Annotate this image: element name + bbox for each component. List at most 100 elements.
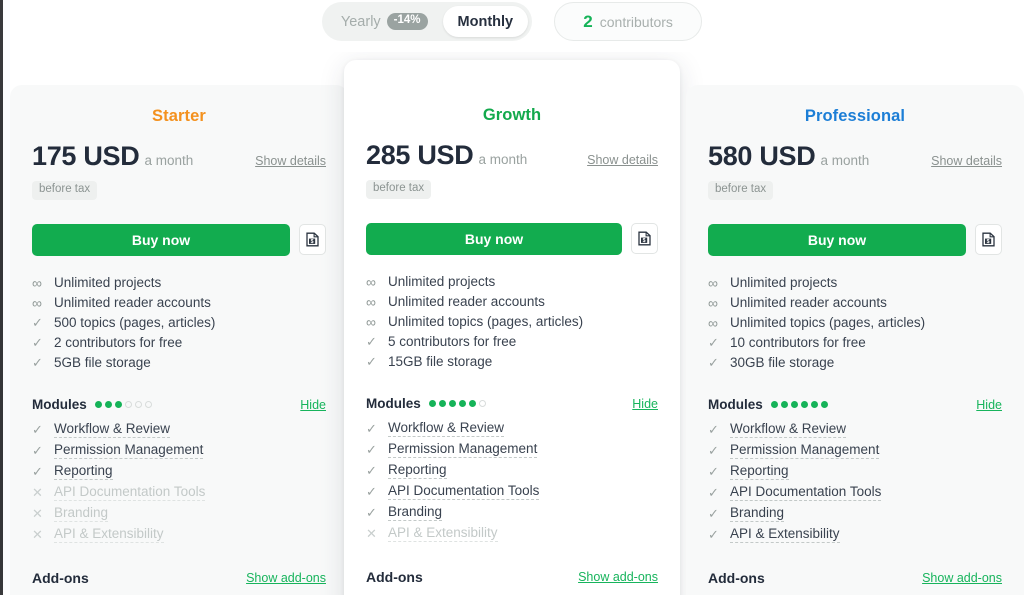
check-icon: ✓: [366, 441, 377, 457]
feature-item: ∞ Unlimited reader accounts: [708, 293, 1002, 313]
request-quote-button-growth[interactable]: $: [631, 223, 658, 254]
feature-label: Unlimited projects: [730, 275, 838, 290]
module-dot-filled: [468, 400, 476, 407]
show-addons-link-professional[interactable]: Show add-ons: [922, 571, 1002, 585]
addons-title: Add-ons: [708, 569, 765, 586]
show-details-link-professional[interactable]: Show details: [931, 154, 1002, 168]
modules-header-professional: Modules Hide: [708, 395, 1002, 415]
module-label[interactable]: Branding: [54, 504, 109, 522]
buy-row: Buy now $: [366, 222, 658, 255]
check-icon: ✓: [366, 334, 377, 349]
check-icon: ✓: [32, 355, 43, 370]
module-dot-empty: [478, 400, 486, 407]
module-label[interactable]: API Documentation Tools: [730, 483, 882, 501]
yearly-discount-badge: -14%: [386, 13, 428, 30]
billing-option-monthly[interactable]: Monthly: [442, 6, 529, 37]
module-dot-filled: [800, 401, 808, 408]
billing-period-toggle[interactable]: Yearly -14% Monthly: [321, 2, 533, 41]
module-item: ✓ Workflow & Review: [708, 419, 1002, 440]
module-dot-filled: [780, 401, 788, 408]
buy-now-button-starter[interactable]: Buy now: [32, 223, 290, 256]
buy-row: Buy now $: [32, 223, 326, 256]
module-label[interactable]: Workflow & Review: [388, 419, 505, 437]
hide-modules-link-starter[interactable]: Hide: [300, 398, 326, 412]
module-label[interactable]: Branding: [388, 503, 443, 521]
module-label[interactable]: Branding: [730, 504, 785, 522]
price-row: 285 USD a month Show details: [366, 140, 658, 171]
feature-item: ∞ Unlimited topics (pages, articles): [708, 313, 1002, 333]
request-quote-button-professional[interactable]: $: [975, 224, 1002, 255]
hide-modules-link-growth[interactable]: Hide: [632, 397, 658, 411]
feature-item: ✓ 5 contributors for free: [366, 332, 658, 352]
modules-dots-professional: [770, 401, 828, 408]
before-tax-badge: before tax: [708, 181, 774, 200]
feature-label: Unlimited topics (pages, articles): [388, 314, 584, 329]
module-label[interactable]: Permission Management: [388, 440, 538, 458]
feature-item: ∞ Unlimited projects: [708, 273, 1002, 293]
module-dot-filled: [114, 401, 122, 408]
show-addons-link-growth[interactable]: Show add-ons: [578, 570, 658, 584]
plan-price-starter: 175 USD: [32, 141, 140, 171]
module-label[interactable]: Reporting: [730, 462, 789, 480]
svg-text:$: $: [643, 238, 646, 244]
feature-label: 30GB file storage: [730, 355, 835, 370]
infinity-icon: ∞: [32, 294, 42, 311]
show-details-link-growth[interactable]: Show details: [587, 153, 658, 167]
module-label[interactable]: API & Extensibility: [730, 525, 840, 543]
buy-now-button-professional[interactable]: Buy now: [708, 223, 966, 256]
before-tax-badge: before tax: [366, 180, 432, 199]
plan-period: a month: [478, 152, 528, 167]
module-item: ✓ Permission Management: [366, 439, 658, 460]
check-icon: ✓: [708, 505, 719, 521]
check-icon: ✓: [32, 335, 43, 350]
plan-period: a month: [820, 153, 870, 168]
module-item: ✕ API & Extensibility: [366, 523, 658, 544]
plan-name-professional: Professional: [804, 107, 906, 125]
module-label[interactable]: Workflow & Review: [54, 420, 171, 438]
module-label[interactable]: Permission Management: [730, 441, 880, 459]
module-dot-empty: [144, 401, 152, 408]
module-label[interactable]: API Documentation Tools: [54, 483, 206, 501]
module-label[interactable]: API Documentation Tools: [388, 482, 540, 500]
contributors-selector[interactable]: 2 contributors: [554, 2, 703, 41]
module-list-starter: ✓ Workflow & Review ✓ Permission Managem…: [32, 419, 326, 545]
module-label[interactable]: Workflow & Review: [730, 420, 847, 438]
module-label[interactable]: Reporting: [54, 462, 113, 480]
module-label[interactable]: Reporting: [388, 461, 447, 479]
cross-icon: ✕: [32, 505, 43, 521]
show-details-link-starter[interactable]: Show details: [255, 154, 326, 168]
billing-yearly-label: Yearly: [340, 13, 381, 30]
module-item: ✓ Workflow & Review: [366, 418, 658, 439]
svg-text:$: $: [987, 239, 990, 245]
infinity-icon: ∞: [708, 274, 718, 291]
pricing-cards: Starter 175 USD a month Show details bef…: [0, 0, 1024, 595]
feature-item: ∞ Unlimited projects: [366, 272, 658, 292]
module-item: ✓ Permission Management: [32, 440, 326, 461]
module-label[interactable]: Permission Management: [54, 441, 204, 459]
infinity-icon: ∞: [32, 274, 42, 291]
module-dot-filled: [458, 400, 466, 407]
module-item: ✓ Reporting: [32, 461, 326, 482]
module-label[interactable]: API & Extensibility: [54, 525, 164, 543]
addons-row-growth: Add-ons Show add-ons: [366, 560, 658, 594]
module-item: ✓ Permission Management: [708, 440, 1002, 461]
show-addons-link-starter[interactable]: Show add-ons: [246, 571, 326, 585]
check-icon: ✓: [708, 463, 719, 479]
buy-now-button-growth[interactable]: Buy now: [366, 222, 622, 255]
module-label[interactable]: API & Extensibility: [388, 524, 498, 542]
modules-title: Modules: [32, 397, 87, 412]
addons-row-professional: Add-ons Show add-ons: [708, 561, 1002, 595]
module-item: ✓ Branding: [708, 503, 1002, 524]
infinity-icon: ∞: [366, 313, 376, 330]
feature-item: ✓ 5GB file storage: [32, 353, 326, 373]
module-dot-filled: [94, 401, 102, 408]
hide-modules-link-professional[interactable]: Hide: [976, 398, 1002, 412]
module-item: ✓ API & Extensibility: [708, 524, 1002, 545]
billing-option-yearly[interactable]: Yearly -14%: [326, 6, 443, 37]
module-list-growth: ✓ Workflow & Review ✓ Permission Managem…: [366, 418, 658, 544]
addons-title: Add-ons: [366, 568, 423, 585]
feature-label: 2 contributors for free: [54, 335, 183, 350]
modules-dots-growth: [428, 400, 486, 407]
check-icon: ✓: [32, 421, 43, 437]
request-quote-button-starter[interactable]: $: [299, 224, 326, 255]
